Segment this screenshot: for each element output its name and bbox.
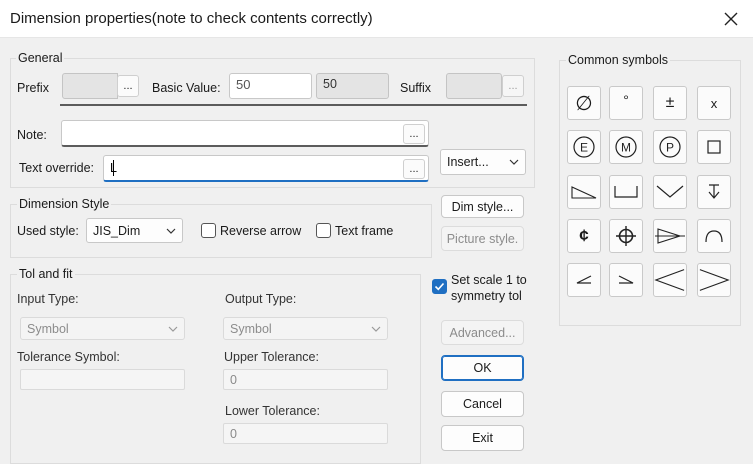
svg-text:P: P xyxy=(666,141,674,155)
slope-icon[interactable] xyxy=(567,175,601,209)
set-scale-label: Set scale 1 to symmetry tol xyxy=(451,273,527,303)
chevron-down-icon xyxy=(166,228,176,234)
reverse-arrow-checkbox[interactable] xyxy=(201,223,216,238)
tol-fit-group-title: Tol and fit xyxy=(17,267,75,281)
note-browse-button[interactable]: ... xyxy=(403,124,425,144)
picture-style-button[interactable]: Picture style. xyxy=(441,226,524,251)
circled-e-icon[interactable]: E xyxy=(567,130,601,164)
close-icon[interactable] xyxy=(716,4,746,34)
basic-value-label: Basic Value: xyxy=(152,81,221,95)
text-override-field[interactable]: L xyxy=(103,155,429,182)
used-style-dropdown[interactable]: JIS_Dim xyxy=(86,218,183,243)
insert-dropdown-label: Insert... xyxy=(447,155,489,169)
small-angle-right-icon[interactable] xyxy=(609,263,643,297)
input-type-value: Symbol xyxy=(27,321,69,336)
output-type-value: Symbol xyxy=(230,321,272,336)
depth-icon[interactable] xyxy=(697,175,731,209)
centerline-icon[interactable]: ¢ xyxy=(567,219,601,253)
lower-tolerance-label: Lower Tolerance: xyxy=(225,404,320,418)
output-type-label: Output Type: xyxy=(225,292,297,306)
tolerance-symbol-field[interactable] xyxy=(20,369,185,390)
text-override-label: Text override: xyxy=(19,161,95,175)
small-angle-left-icon[interactable] xyxy=(567,263,601,297)
output-type-dropdown[interactable]: Symbol xyxy=(223,317,388,340)
general-separator xyxy=(60,104,527,106)
prefix-browse-button[interactable]: ... xyxy=(117,75,139,97)
basic-value-display: 50 xyxy=(316,73,389,99)
circled-m-icon[interactable]: M xyxy=(609,130,643,164)
suffix-field[interactable] xyxy=(446,73,502,99)
tolerance-symbol-label: Tolerance Symbol: xyxy=(17,350,120,364)
text-override-browse-button[interactable]: ... xyxy=(403,159,425,179)
degree-icon[interactable]: ° xyxy=(609,86,643,120)
window-title: Dimension properties(note to check conte… xyxy=(10,10,373,27)
lower-tolerance-field[interactable]: 0 xyxy=(223,423,388,444)
prefix-label: Prefix xyxy=(17,81,49,95)
square-icon[interactable] xyxy=(697,130,731,164)
suffix-browse-button[interactable]: ... xyxy=(502,75,524,97)
note-field[interactable] xyxy=(61,120,429,147)
plus-minus-icon[interactable]: ± xyxy=(653,86,687,120)
set-scale-checkbox[interactable] xyxy=(432,279,447,294)
prefix-field[interactable] xyxy=(62,73,118,99)
arc-length-icon[interactable] xyxy=(697,219,731,253)
svg-text:M: M xyxy=(621,141,631,155)
suffix-label: Suffix xyxy=(400,81,432,95)
text-frame-label: Text frame xyxy=(335,224,394,238)
ok-button[interactable]: OK xyxy=(441,355,524,381)
exit-button[interactable]: Exit xyxy=(441,425,524,451)
advanced-button[interactable]: Advanced... xyxy=(441,320,524,345)
input-type-label: Input Type: xyxy=(17,292,79,306)
used-style-value: JIS_Dim xyxy=(93,223,141,238)
svg-text:E: E xyxy=(580,141,588,155)
greater-than-icon[interactable] xyxy=(697,263,731,297)
common-symbols-title: Common symbols xyxy=(566,53,671,67)
cancel-button[interactable]: Cancel xyxy=(441,391,524,417)
input-type-dropdown[interactable]: Symbol xyxy=(20,317,185,340)
circled-p-icon[interactable]: P xyxy=(653,130,687,164)
text-cursor xyxy=(113,160,114,176)
note-label: Note: xyxy=(17,128,47,142)
upper-tolerance-field[interactable]: 0 xyxy=(223,369,388,390)
general-group-title: General xyxy=(16,51,65,65)
chevron-down-icon xyxy=(168,326,178,332)
upper-tolerance-label: Upper Tolerance: xyxy=(224,350,319,364)
chevron-down-icon xyxy=(371,326,381,332)
reverse-arrow-label: Reverse arrow xyxy=(220,224,302,238)
dim-style-button[interactable]: Dim style... xyxy=(441,195,524,218)
less-than-icon[interactable] xyxy=(653,263,687,297)
center-mark-icon[interactable] xyxy=(609,219,643,253)
basic-value-field[interactable]: 50 xyxy=(229,73,312,99)
text-frame-checkbox[interactable] xyxy=(316,223,331,238)
countersink-icon[interactable] xyxy=(653,175,687,209)
insert-dropdown[interactable]: Insert... xyxy=(440,149,526,175)
counterbore-icon[interactable] xyxy=(609,175,643,209)
checkmark-icon xyxy=(434,282,445,291)
conical-taper-icon[interactable] xyxy=(653,219,687,253)
chevron-down-icon xyxy=(509,159,519,165)
used-style-label: Used style: xyxy=(17,224,79,238)
dimension-style-group-title: Dimension Style xyxy=(17,197,112,211)
multiply-icon[interactable]: x xyxy=(697,86,731,120)
diameter-icon[interactable]: ∅ xyxy=(567,86,601,120)
